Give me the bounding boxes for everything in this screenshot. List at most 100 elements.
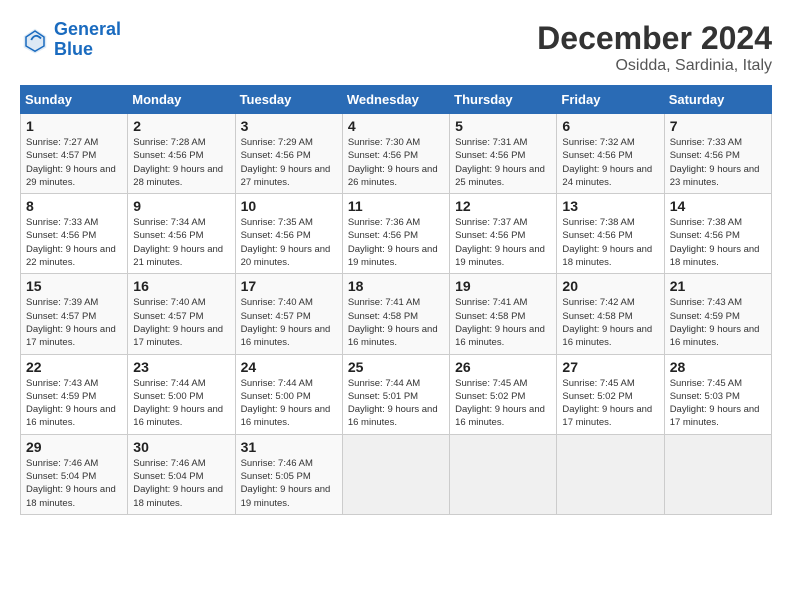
calendar-row-4: 22 Sunrise: 7:43 AMSunset: 4:59 PMDayligh… xyxy=(21,354,772,434)
day-info: Sunrise: 7:29 AMSunset: 4:56 PMDaylight:… xyxy=(241,136,337,189)
day-info: Sunrise: 7:46 AMSunset: 5:05 PMDaylight:… xyxy=(241,457,337,510)
day-info: Sunrise: 7:35 AMSunset: 4:56 PMDaylight:… xyxy=(241,216,337,269)
calendar-cell xyxy=(557,434,664,514)
day-info: Sunrise: 7:38 AMSunset: 4:56 PMDaylight:… xyxy=(670,216,766,269)
header-row: Sunday Monday Tuesday Wednesday Thursday… xyxy=(21,86,772,114)
calendar-cell: 4 Sunrise: 7:30 AMSunset: 4:56 PMDaylight… xyxy=(342,114,449,194)
col-wednesday: Wednesday xyxy=(342,86,449,114)
calendar-cell: 15 Sunrise: 7:39 AMSunset: 4:57 PMDayligh… xyxy=(21,274,128,354)
day-number: 31 xyxy=(241,439,337,455)
logo-icon xyxy=(20,25,50,55)
day-info: Sunrise: 7:44 AMSunset: 5:00 PMDaylight:… xyxy=(133,377,229,430)
calendar-cell: 23 Sunrise: 7:44 AMSunset: 5:00 PMDayligh… xyxy=(128,354,235,434)
day-info: Sunrise: 7:30 AMSunset: 4:56 PMDaylight:… xyxy=(348,136,444,189)
day-number: 26 xyxy=(455,359,551,375)
calendar-row-1: 1 Sunrise: 7:27 AMSunset: 4:57 PMDaylight… xyxy=(21,114,772,194)
day-number: 3 xyxy=(241,118,337,134)
logo-text: General Blue xyxy=(54,20,121,60)
calendar-cell: 8 Sunrise: 7:33 AMSunset: 4:56 PMDaylight… xyxy=(21,194,128,274)
month-title: December 2024 xyxy=(537,20,772,57)
calendar-cell: 13 Sunrise: 7:38 AMSunset: 4:56 PMDayligh… xyxy=(557,194,664,274)
calendar-cell: 28 Sunrise: 7:45 AMSunset: 5:03 PMDayligh… xyxy=(664,354,771,434)
calendar-cell: 12 Sunrise: 7:37 AMSunset: 4:56 PMDayligh… xyxy=(450,194,557,274)
day-info: Sunrise: 7:39 AMSunset: 4:57 PMDaylight:… xyxy=(26,296,122,349)
title-block: December 2024 Osidda, Sardinia, Italy xyxy=(537,20,772,75)
calendar-cell xyxy=(342,434,449,514)
day-info: Sunrise: 7:46 AMSunset: 5:04 PMDaylight:… xyxy=(133,457,229,510)
day-number: 13 xyxy=(562,198,658,214)
day-info: Sunrise: 7:44 AMSunset: 5:00 PMDaylight:… xyxy=(241,377,337,430)
col-sunday: Sunday xyxy=(21,86,128,114)
calendar-cell: 24Sunrise: 7:44 AMSunset: 5:00 PMDayligh… xyxy=(235,354,342,434)
day-info: Sunrise: 7:45 AMSunset: 5:03 PMDaylight:… xyxy=(670,377,766,430)
day-number: 7 xyxy=(670,118,766,134)
day-number: 22 xyxy=(26,359,122,375)
day-info: Sunrise: 7:41 AMSunset: 4:58 PMDaylight:… xyxy=(455,296,551,349)
calendar-cell: 17 Sunrise: 7:40 AMSunset: 4:57 PMDayligh… xyxy=(235,274,342,354)
logo: General Blue xyxy=(20,20,121,60)
calendar-row-2: 8 Sunrise: 7:33 AMSunset: 4:56 PMDaylight… xyxy=(21,194,772,274)
day-info: Sunrise: 7:28 AMSunset: 4:56 PMDaylight:… xyxy=(133,136,229,189)
day-info: Sunrise: 7:34 AMSunset: 4:56 PMDaylight:… xyxy=(133,216,229,269)
day-number: 11 xyxy=(348,198,444,214)
calendar-cell xyxy=(450,434,557,514)
day-number: 4 xyxy=(348,118,444,134)
day-number: 14 xyxy=(670,198,766,214)
day-number: 25 xyxy=(348,359,444,375)
day-number: 10 xyxy=(241,198,337,214)
day-number: 9 xyxy=(133,198,229,214)
day-info: Sunrise: 7:37 AMSunset: 4:56 PMDaylight:… xyxy=(455,216,551,269)
day-info: Sunrise: 7:27 AMSunset: 4:57 PMDaylight:… xyxy=(26,136,122,189)
day-number: 8 xyxy=(26,198,122,214)
calendar-row-3: 15 Sunrise: 7:39 AMSunset: 4:57 PMDayligh… xyxy=(21,274,772,354)
calendar-cell: 22 Sunrise: 7:43 AMSunset: 4:59 PMDayligh… xyxy=(21,354,128,434)
day-number: 6 xyxy=(562,118,658,134)
day-info: Sunrise: 7:45 AMSunset: 5:02 PMDaylight:… xyxy=(455,377,551,430)
calendar-cell: 14 Sunrise: 7:38 AMSunset: 4:56 PMDayligh… xyxy=(664,194,771,274)
day-number: 19 xyxy=(455,278,551,294)
day-info: Sunrise: 7:40 AMSunset: 4:57 PMDaylight:… xyxy=(241,296,337,349)
day-number: 28 xyxy=(670,359,766,375)
calendar-row-5: 29Sunrise: 7:46 AMSunset: 5:04 PMDayligh… xyxy=(21,434,772,514)
day-number: 20 xyxy=(562,278,658,294)
day-number: 12 xyxy=(455,198,551,214)
day-number: 16 xyxy=(133,278,229,294)
calendar-cell: 6 Sunrise: 7:32 AMSunset: 4:56 PMDaylight… xyxy=(557,114,664,194)
col-saturday: Saturday xyxy=(664,86,771,114)
calendar-cell: 16 Sunrise: 7:40 AMSunset: 4:57 PMDayligh… xyxy=(128,274,235,354)
day-number: 17 xyxy=(241,278,337,294)
calendar-cell: 2 Sunrise: 7:28 AMSunset: 4:56 PMDaylight… xyxy=(128,114,235,194)
calendar-cell: 10 Sunrise: 7:35 AMSunset: 4:56 PMDayligh… xyxy=(235,194,342,274)
page-header: General Blue December 2024 Osidda, Sardi… xyxy=(20,20,772,75)
calendar-cell: 7 Sunrise: 7:33 AMSunset: 4:56 PMDaylight… xyxy=(664,114,771,194)
day-number: 21 xyxy=(670,278,766,294)
day-number: 2 xyxy=(133,118,229,134)
day-number: 15 xyxy=(26,278,122,294)
day-number: 1 xyxy=(26,118,122,134)
calendar-table: Sunday Monday Tuesday Wednesday Thursday… xyxy=(20,85,772,515)
calendar-cell: 29Sunrise: 7:46 AMSunset: 5:04 PMDayligh… xyxy=(21,434,128,514)
day-number: 23 xyxy=(133,359,229,375)
col-friday: Friday xyxy=(557,86,664,114)
location: Osidda, Sardinia, Italy xyxy=(537,57,772,75)
day-info: Sunrise: 7:43 AMSunset: 4:59 PMDaylight:… xyxy=(670,296,766,349)
calendar-cell: 27Sunrise: 7:45 AMSunset: 5:02 PMDayligh… xyxy=(557,354,664,434)
day-info: Sunrise: 7:33 AMSunset: 4:56 PMDaylight:… xyxy=(26,216,122,269)
day-info: Sunrise: 7:44 AMSunset: 5:01 PMDaylight:… xyxy=(348,377,444,430)
day-info: Sunrise: 7:40 AMSunset: 4:57 PMDaylight:… xyxy=(133,296,229,349)
col-monday: Monday xyxy=(128,86,235,114)
day-info: Sunrise: 7:45 AMSunset: 5:02 PMDaylight:… xyxy=(562,377,658,430)
calendar-cell: 21 Sunrise: 7:43 AMSunset: 4:59 PMDayligh… xyxy=(664,274,771,354)
day-info: Sunrise: 7:36 AMSunset: 4:56 PMDaylight:… xyxy=(348,216,444,269)
day-info: Sunrise: 7:32 AMSunset: 4:56 PMDaylight:… xyxy=(562,136,658,189)
day-info: Sunrise: 7:43 AMSunset: 4:59 PMDaylight:… xyxy=(26,377,122,430)
calendar-cell: 31 Sunrise: 7:46 AMSunset: 5:05 PMDayligh… xyxy=(235,434,342,514)
calendar-cell: 20Sunrise: 7:42 AMSunset: 4:58 PMDayligh… xyxy=(557,274,664,354)
day-number: 30 xyxy=(133,439,229,455)
calendar-cell: 19 Sunrise: 7:41 AMSunset: 4:58 PMDayligh… xyxy=(450,274,557,354)
calendar-cell: 1 Sunrise: 7:27 AMSunset: 4:57 PMDaylight… xyxy=(21,114,128,194)
day-info: Sunrise: 7:33 AMSunset: 4:56 PMDaylight:… xyxy=(670,136,766,189)
calendar-cell: 18Sunrise: 7:41 AMSunset: 4:58 PMDayligh… xyxy=(342,274,449,354)
day-info: Sunrise: 7:31 AMSunset: 4:56 PMDaylight:… xyxy=(455,136,551,189)
day-info: Sunrise: 7:38 AMSunset: 4:56 PMDaylight:… xyxy=(562,216,658,269)
